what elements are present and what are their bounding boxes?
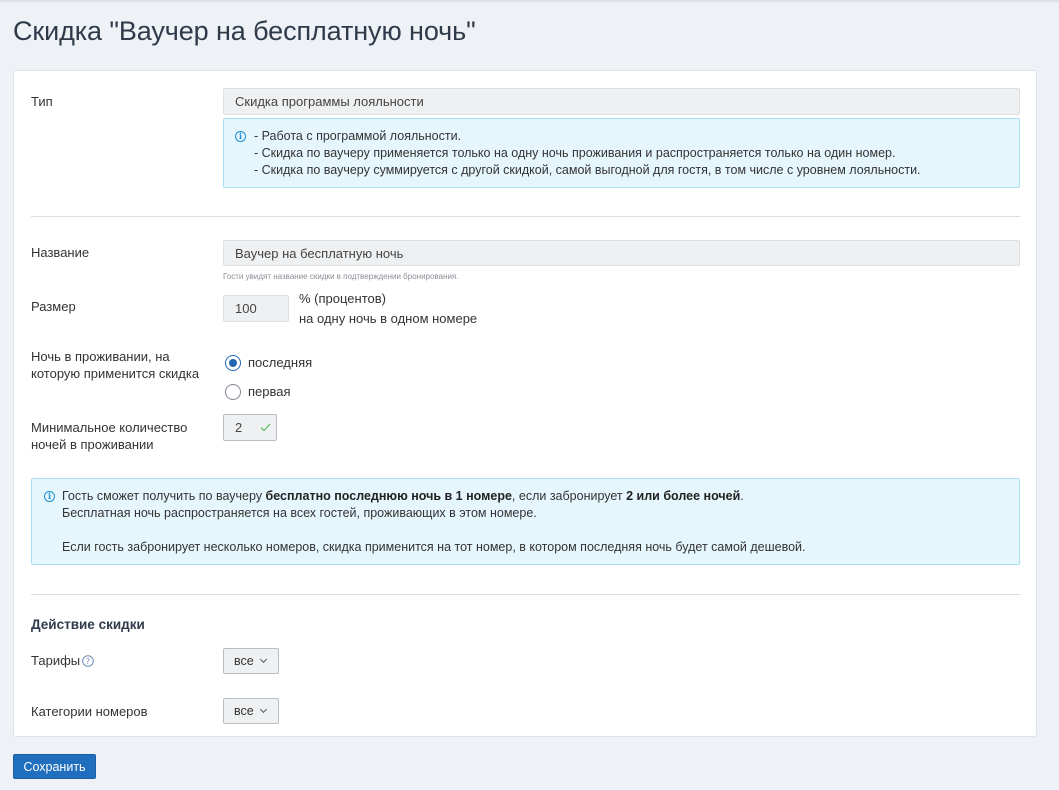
size-scope: на одну ночь в одном номере	[299, 311, 478, 326]
radio-last-night[interactable]	[225, 355, 241, 371]
type-info-line-3: - Скидка по ваучеру суммируется с другой…	[254, 163, 921, 177]
type-value: Скидка программы лояльности	[235, 94, 424, 109]
summary-line-3: Если гость забронирует несколько номеров…	[62, 540, 806, 554]
action-heading: Действие скидки	[31, 617, 145, 632]
min-nights-value: 2	[235, 420, 243, 435]
summary-line-2: Бесплатная ночь распространяется на всех…	[62, 506, 537, 520]
type-info-line-1: - Работа с программой лояльности.	[254, 129, 462, 143]
save-button[interactable]: Сохранить	[13, 754, 96, 779]
night-label-line-1: Ночь в проживании, на	[31, 349, 170, 364]
name-hint: Гости увидят название скидки в подтвержд…	[223, 272, 459, 281]
categories-select[interactable]: все	[223, 698, 279, 724]
min-nights-label-line-1: Минимальное количество	[31, 420, 188, 435]
size-label: Размер	[31, 299, 76, 314]
type-field: Скидка программы лояльности	[223, 88, 1020, 115]
svg-text:?: ?	[86, 657, 90, 666]
discount-form-card: Тип Скидка программы лояльности i - Рабо…	[13, 70, 1037, 737]
name-value: Ваучер на бесплатную ночь	[235, 245, 404, 261]
min-nights-input[interactable]: 2	[223, 414, 277, 441]
chevron-down-icon	[259, 705, 267, 714]
type-label: Тип	[31, 94, 53, 109]
size-input[interactable]: 100	[223, 295, 289, 322]
divider	[31, 216, 1020, 217]
page-title: Скидка "Ваучер на бесплатную ночь"	[13, 16, 476, 46]
radio-first-night[interactable]	[225, 384, 241, 400]
type-info-line-2: - Скидка по ваучеру применяется только н…	[254, 146, 896, 160]
tariffs-select[interactable]: все	[223, 648, 279, 674]
categories-label: Категории номеров	[31, 704, 148, 719]
size-value: 100	[235, 301, 257, 316]
chevron-down-icon	[259, 655, 267, 664]
radio-last-night-label[interactable]: последняя	[248, 354, 312, 371]
info-icon: i	[235, 131, 246, 142]
type-info-box: i - Работа с программой лояльности. - Ск…	[223, 118, 1020, 188]
name-label: Название	[31, 245, 90, 260]
tariffs-label: Тарифы	[31, 653, 81, 668]
info-icon: i	[44, 491, 55, 502]
help-icon[interactable]: ?	[82, 655, 94, 667]
divider	[31, 594, 1020, 595]
summary-line-1: Гость сможет получить по ваучеру бесплат…	[62, 489, 744, 503]
summary-info-box: i Гость сможет получить по ваучеру беспл…	[31, 478, 1020, 565]
night-label-line-2: которую применится скидка	[31, 366, 200, 381]
tariffs-select-value: все	[234, 654, 254, 668]
categories-select-value: все	[234, 704, 254, 718]
name-input[interactable]: Ваучер на бесплатную ночь	[223, 240, 1020, 266]
check-icon	[260, 423, 271, 432]
min-nights-label-line-2: ночей в проживании	[31, 437, 154, 452]
radio-first-night-label[interactable]: первая	[248, 383, 291, 400]
size-unit: % (процентов)	[299, 291, 386, 306]
